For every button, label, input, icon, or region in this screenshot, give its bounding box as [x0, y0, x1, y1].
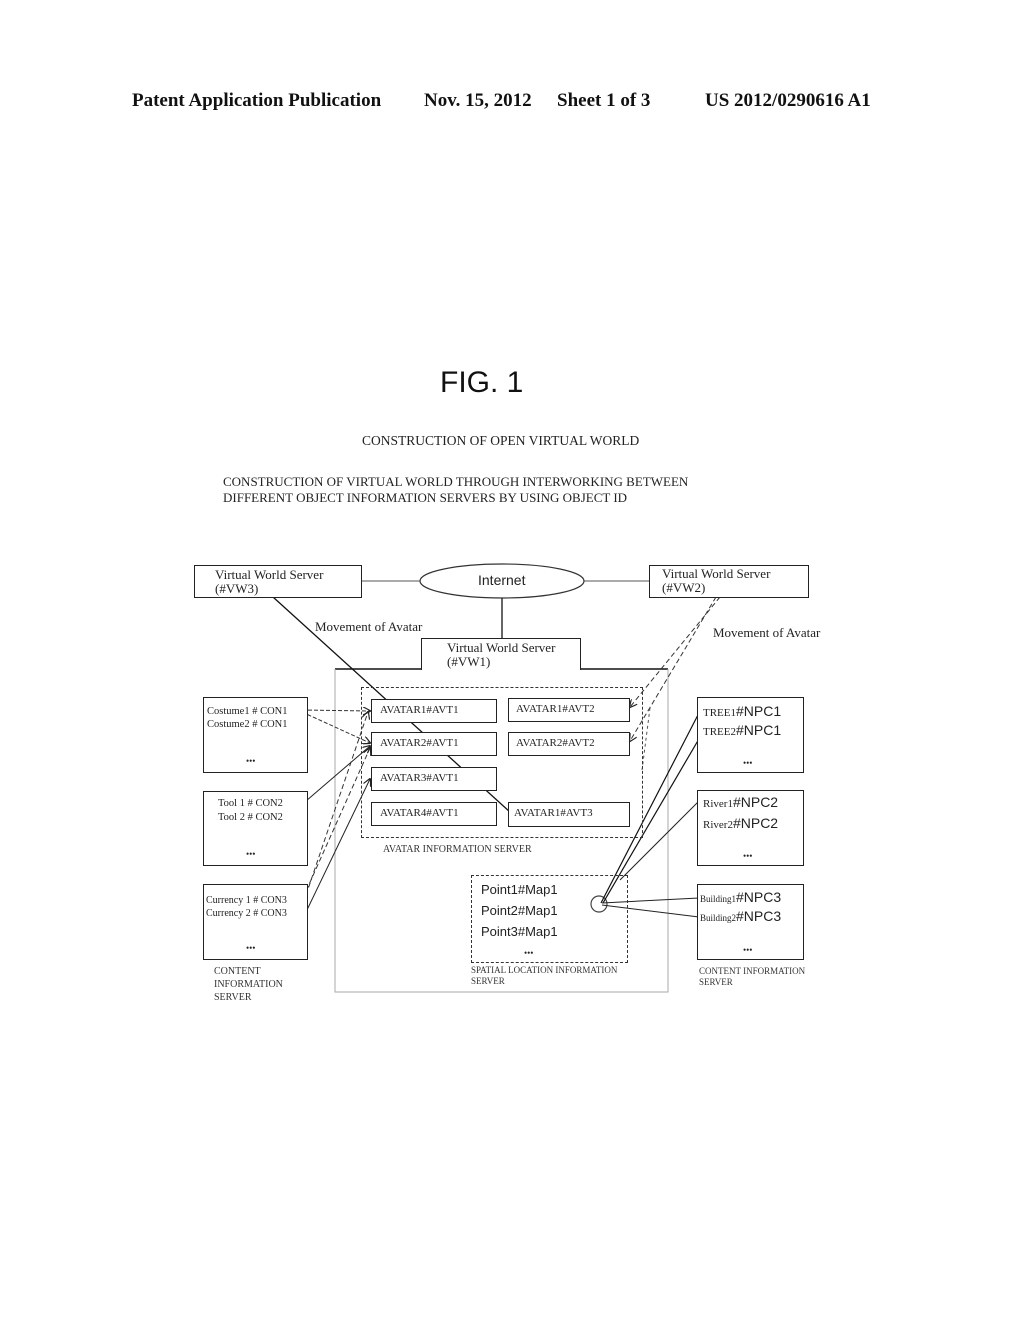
content-server-costume: Costume1 # CON1 Costume2 # CON1 •••: [203, 697, 308, 773]
content-item: Building1#NPC3: [700, 889, 781, 907]
content-server-tool: Tool 1 # CON2 Tool 2 # CON2 •••: [203, 791, 308, 866]
avatar-item: AVATAR3#AVT1: [371, 767, 497, 791]
line-currency-avatar2: [302, 748, 370, 899]
avatar-label: AVATAR4#AVT1: [380, 807, 459, 819]
content-item: Costume2 # CON1: [207, 719, 288, 730]
avatar-label: AVATAR2#AVT2: [516, 737, 595, 749]
virtual-world-server-vw3: Virtual World Server (#VW3): [194, 565, 362, 598]
content-item: Tool 1 # CON2: [218, 798, 283, 809]
spatial-point: Point3#Map1: [481, 924, 558, 939]
internet-label: Internet: [478, 572, 526, 588]
content-item: TREE2#NPC1: [703, 722, 781, 740]
ellipsis: •••: [246, 849, 256, 859]
content-item: Building2#NPC3: [700, 908, 781, 926]
spatial-label-1: SPATIAL LOCATION INFORMATION: [471, 965, 618, 975]
line-costume-avatar2: [301, 711, 370, 743]
ellipsis: •••: [743, 945, 753, 955]
avatar-label: AVATAR1#AVT2: [516, 703, 595, 715]
item-id: #NPC1: [736, 703, 782, 719]
item-id: #NPC1: [736, 722, 782, 738]
item-name: TREE1: [703, 707, 736, 719]
item-name: Building2: [700, 913, 737, 923]
spatial-label-2: SERVER: [471, 976, 505, 986]
avatar-item: AVATAR1#AVT2: [508, 698, 630, 722]
item-name: River1: [703, 798, 733, 810]
ellipsis: •••: [246, 756, 256, 766]
vw2-line2: (#VW2): [662, 580, 706, 595]
avatar-label: AVATAR1#AVT3: [514, 807, 593, 819]
spatial-point: Point2#Map1: [481, 903, 558, 918]
item-name: River2: [703, 819, 733, 831]
avatar-server-label: AVATAR INFORMATION SERVER: [383, 844, 532, 855]
content-item: Currency 1 # CON3: [206, 895, 287, 906]
movement-label-right: Movement of Avatar: [713, 625, 821, 640]
content-server-tree: TREE1#NPC1 TREE2#NPC1 •••: [697, 697, 804, 773]
ellipsis: •••: [743, 758, 753, 768]
content-item: River2#NPC2: [703, 815, 778, 833]
content-left-label-1: CONTENT: [214, 966, 261, 977]
item-id: #NPC2: [732, 815, 779, 831]
content-item: TREE1#NPC1: [703, 703, 781, 721]
avatar-item: AVATAR1#AVT1: [371, 699, 497, 723]
content-server-currency: Currency 1 # CON3 Currency 2 # CON3 •••: [203, 884, 308, 960]
content-item: Tool 2 # CON2: [218, 812, 283, 823]
item-id: #NPC3: [736, 908, 782, 924]
content-right-label-1: CONTENT INFORMATION: [699, 966, 806, 976]
content-right-label-2: SERVER: [699, 977, 733, 987]
content-server-river: River1#NPC2 River2#NPC2 •••: [697, 790, 804, 866]
ellipsis: •••: [246, 943, 256, 953]
vw1-line2: (#VW1): [447, 654, 491, 669]
ellipsis: •••: [524, 948, 534, 958]
avatar-item: AVATAR2#AVT2: [508, 732, 630, 756]
ellipsis: •••: [743, 851, 753, 861]
line-costume-avatar1: [301, 710, 370, 711]
avatar-label: AVATAR1#AVT1: [380, 704, 459, 716]
content-item: River1#NPC2: [703, 794, 778, 812]
content-left-label-3: SERVER: [214, 992, 252, 1003]
avatar-label: AVATAR3#AVT1: [380, 772, 459, 784]
item-name: TREE2: [703, 726, 736, 738]
item-id: #NPC2: [732, 794, 779, 810]
spatial-location-server: Point1#Map1 Point2#Map1 Point3#Map1 •••: [471, 875, 628, 963]
movement-label-left: Movement of Avatar: [315, 619, 423, 634]
avatar-item: AVATAR2#AVT1: [371, 732, 497, 756]
content-server-building: Building1#NPC3 Building2#NPC3 •••: [697, 884, 804, 960]
content-item: Currency 2 # CON3: [206, 908, 287, 919]
avatar-item: AVATAR1#AVT3: [508, 802, 630, 827]
vw3-line2: (#VW3): [215, 581, 259, 596]
avatar-item: AVATAR4#AVT1: [371, 802, 497, 826]
virtual-world-server-vw2: Virtual World Server (#VW2): [649, 565, 809, 598]
content-item: Costume1 # CON1: [207, 706, 288, 717]
virtual-world-server-vw1: Virtual World Server (#VW1): [421, 638, 581, 670]
line-vw2-dashed-extra: [641, 707, 651, 771]
avatar-label: AVATAR2#AVT1: [380, 737, 459, 749]
item-id: #NPC3: [736, 889, 782, 905]
item-name: Building1: [700, 894, 737, 904]
spatial-point: Point1#Map1: [481, 882, 558, 897]
content-left-label-2: INFORMATION: [214, 979, 283, 990]
